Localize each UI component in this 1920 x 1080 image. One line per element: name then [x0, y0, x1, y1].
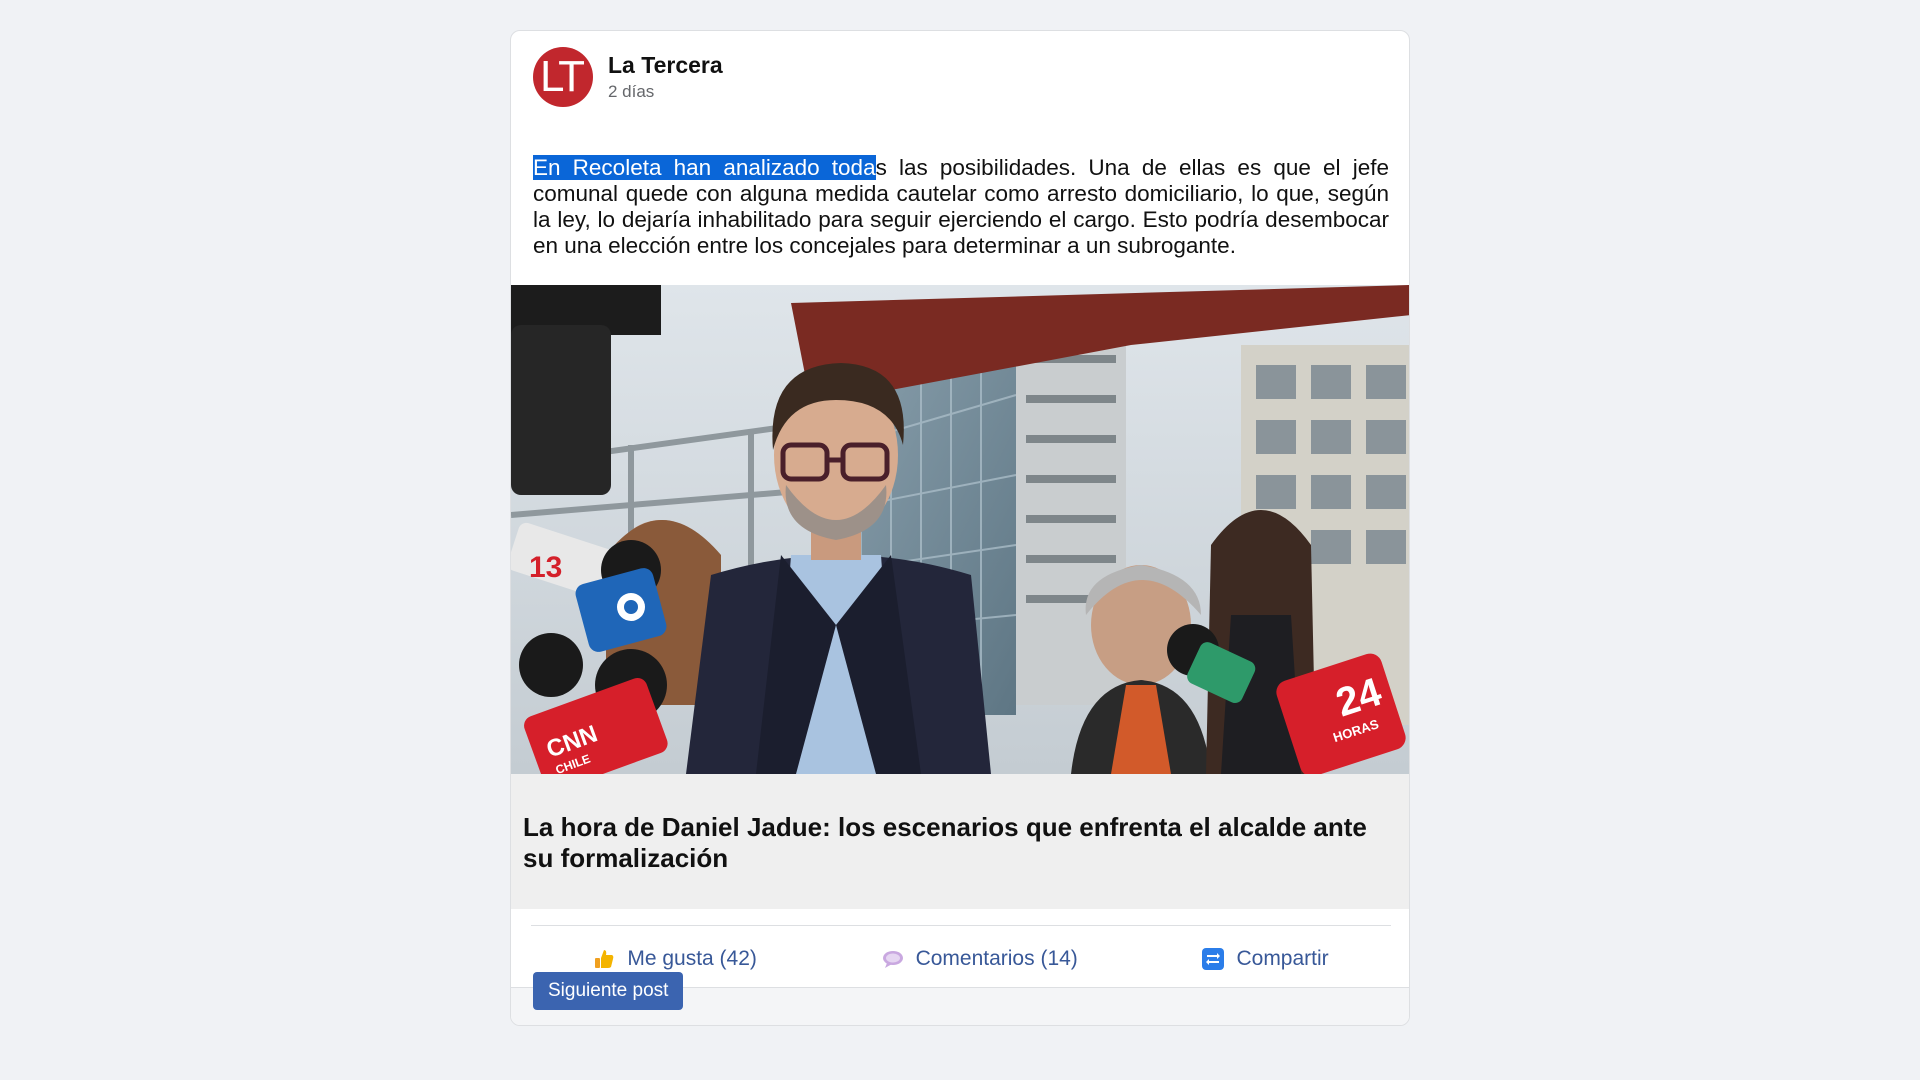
author-name[interactable]: La Tercera: [608, 52, 723, 80]
repeat-icon: [1202, 947, 1225, 970]
avatar-logo: LT: [539, 52, 585, 101]
mic-label-13: 13: [529, 551, 562, 584]
comments-button[interactable]: Comentarios (14): [882, 947, 1078, 971]
thumbs-up-icon: [593, 948, 615, 970]
comments-label: Comentarios (14): [915, 946, 1078, 970]
post-timestamp[interactable]: 2 días: [608, 82, 723, 102]
author-block: La Tercera 2 días: [608, 52, 723, 102]
post-image[interactable]: 13 CNN CHILE 24 HORAS: [511, 285, 1409, 774]
selected-text: En Recoleta han analizado toda: [533, 155, 876, 180]
share-button[interactable]: Compartir: [1202, 946, 1329, 971]
like-button[interactable]: Me gusta (42): [593, 947, 757, 971]
avatar[interactable]: LT: [533, 47, 593, 107]
like-label: Me gusta (42): [627, 946, 757, 970]
next-post-button[interactable]: Siguiente post: [533, 972, 684, 1010]
link-preview-title[interactable]: La hora de Daniel Jadue: los escenarios …: [523, 812, 1383, 874]
post-text: En Recoleta han analizado todas las posi…: [533, 155, 1389, 259]
link-preview[interactable]: La hora de Daniel Jadue: los escenarios …: [511, 774, 1409, 909]
post-header: LT La Tercera 2 días: [533, 47, 723, 107]
post-photo: 13 CNN CHILE 24 HORAS: [511, 285, 1409, 774]
post-card: LT La Tercera 2 días En Recoleta han ana…: [510, 30, 1410, 1026]
speech-bubble-icon: [882, 948, 904, 970]
share-label: Compartir: [1236, 946, 1329, 970]
